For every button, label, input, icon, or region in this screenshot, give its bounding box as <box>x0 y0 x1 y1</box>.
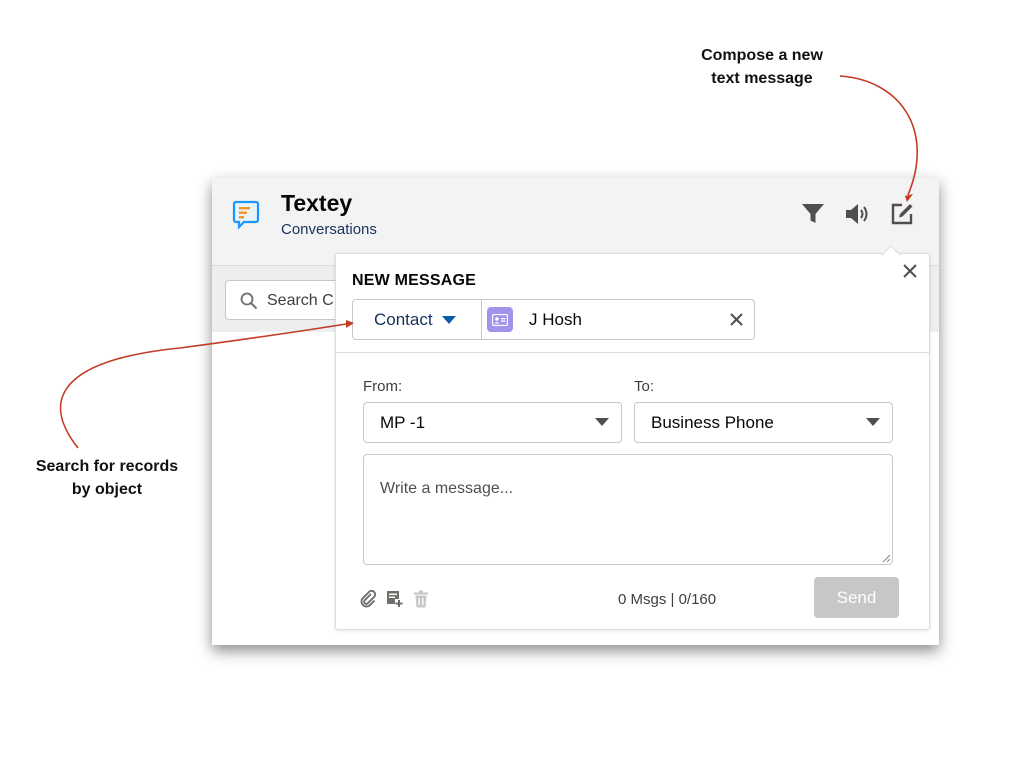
search-callout-line2: by object <box>71 481 143 498</box>
selected-record-pill[interactable]: J Hosh <box>482 300 754 339</box>
message-counter: 0 Msgs | 0/160 <box>618 591 717 608</box>
record-lookup: Contact J Hosh <box>352 299 755 340</box>
insert-template-button[interactable] <box>385 589 405 609</box>
app-title: Textey <box>281 190 353 216</box>
to-select[interactable]: Business Phone <box>634 402 893 443</box>
compose-button[interactable] <box>888 200 916 228</box>
from-select[interactable]: MP -1 <box>363 402 622 443</box>
compose-callout-line1: Compose a new <box>701 47 823 64</box>
delete-button[interactable] <box>411 589 431 609</box>
clear-record-button[interactable] <box>726 309 746 329</box>
new-message-title: NEW MESSAGE <box>352 272 476 289</box>
sound-button[interactable] <box>843 200 871 228</box>
resize-grip-icon[interactable] <box>882 554 891 563</box>
search-placeholder: Search C <box>267 292 334 309</box>
close-icon <box>729 312 743 326</box>
compose-callout: Compose a new text message <box>672 44 852 90</box>
compose-callout-line2: text message <box>711 70 813 87</box>
chevron-down-icon <box>595 418 609 426</box>
chevron-down-icon <box>866 418 880 426</box>
attach-button[interactable] <box>359 589 379 609</box>
message-textarea[interactable] <box>363 454 893 565</box>
search-callout: Search for records by object <box>10 455 204 501</box>
chevron-down-icon <box>441 315 456 324</box>
add-template-icon <box>387 591 403 607</box>
app-subtitle: Conversations <box>281 221 377 238</box>
filter-button[interactable] <box>799 200 827 228</box>
object-type-picker[interactable]: Contact <box>353 300 482 339</box>
section-divider <box>336 352 929 353</box>
trash-icon <box>414 590 428 608</box>
search-icon <box>240 292 258 310</box>
chat-bubble-icon <box>232 200 260 230</box>
from-value: MP -1 <box>380 412 426 432</box>
popover-close-button[interactable] <box>899 260 921 282</box>
paperclip-icon <box>360 590 377 608</box>
close-icon <box>903 264 917 278</box>
send-button[interactable]: Send <box>814 577 899 618</box>
search-callout-line1: Search for records <box>35 458 179 475</box>
speaker-icon <box>846 204 868 224</box>
filter-icon <box>802 204 824 223</box>
new-message-popover: NEW MESSAGE Contact J Hosh From: To: MP … <box>335 253 930 630</box>
contact-card-icon <box>487 307 513 332</box>
compose-icon <box>891 203 913 225</box>
object-type-label: Contact <box>374 309 433 329</box>
to-value: Business Phone <box>651 412 774 432</box>
to-label: To: <box>634 378 655 395</box>
from-label: From: <box>363 378 403 395</box>
textey-window: Textey Conversations Search C NEW MESSAG… <box>212 178 939 645</box>
record-name: J Hosh <box>529 309 582 329</box>
